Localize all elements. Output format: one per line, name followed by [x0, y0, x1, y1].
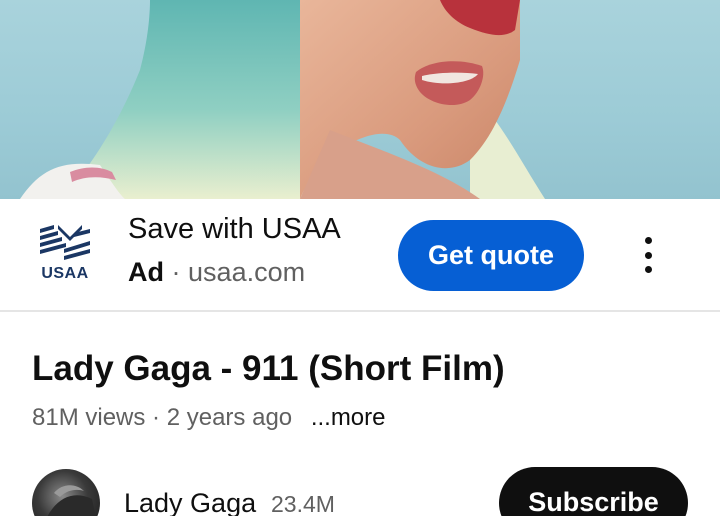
channel-name[interactable]: Lady Gaga	[124, 488, 256, 516]
more-link[interactable]: ...more	[311, 404, 386, 431]
subscriber-count: 23.4M	[271, 491, 335, 516]
ad-meta: Ad · usaa.com	[128, 257, 305, 288]
video-title[interactable]: Lady Gaga - 911 (Short Film)	[32, 349, 505, 389]
upload-age: 2 years ago	[166, 404, 293, 431]
ad-banner[interactable]: USAA Save with USAA Ad · usaa.com Get qu…	[0, 199, 720, 312]
subscribe-button[interactable]: Subscribe	[499, 467, 688, 516]
ad-separator: ·	[171, 257, 181, 287]
advertiser-logo: USAA	[34, 223, 96, 287]
channel-avatar[interactable]	[32, 469, 100, 516]
video-frame-image	[20, 0, 545, 199]
more-vert-icon[interactable]	[630, 235, 666, 275]
video-player[interactable]	[0, 0, 720, 199]
advertiser-logo-text: USAA	[41, 265, 89, 282]
avatar-image	[47, 485, 96, 516]
ad-domain[interactable]: usaa.com	[188, 257, 305, 287]
ad-title[interactable]: Save with USAA	[128, 213, 341, 246]
ad-badge: Ad	[128, 257, 164, 287]
video-meta[interactable]: 81M views · 2 years ago ...more	[32, 404, 386, 432]
usaa-eagle-icon	[40, 225, 90, 260]
get-quote-button[interactable]: Get quote	[398, 220, 584, 291]
view-count: 81M views	[32, 404, 146, 431]
meta-separator: ·	[152, 404, 161, 431]
